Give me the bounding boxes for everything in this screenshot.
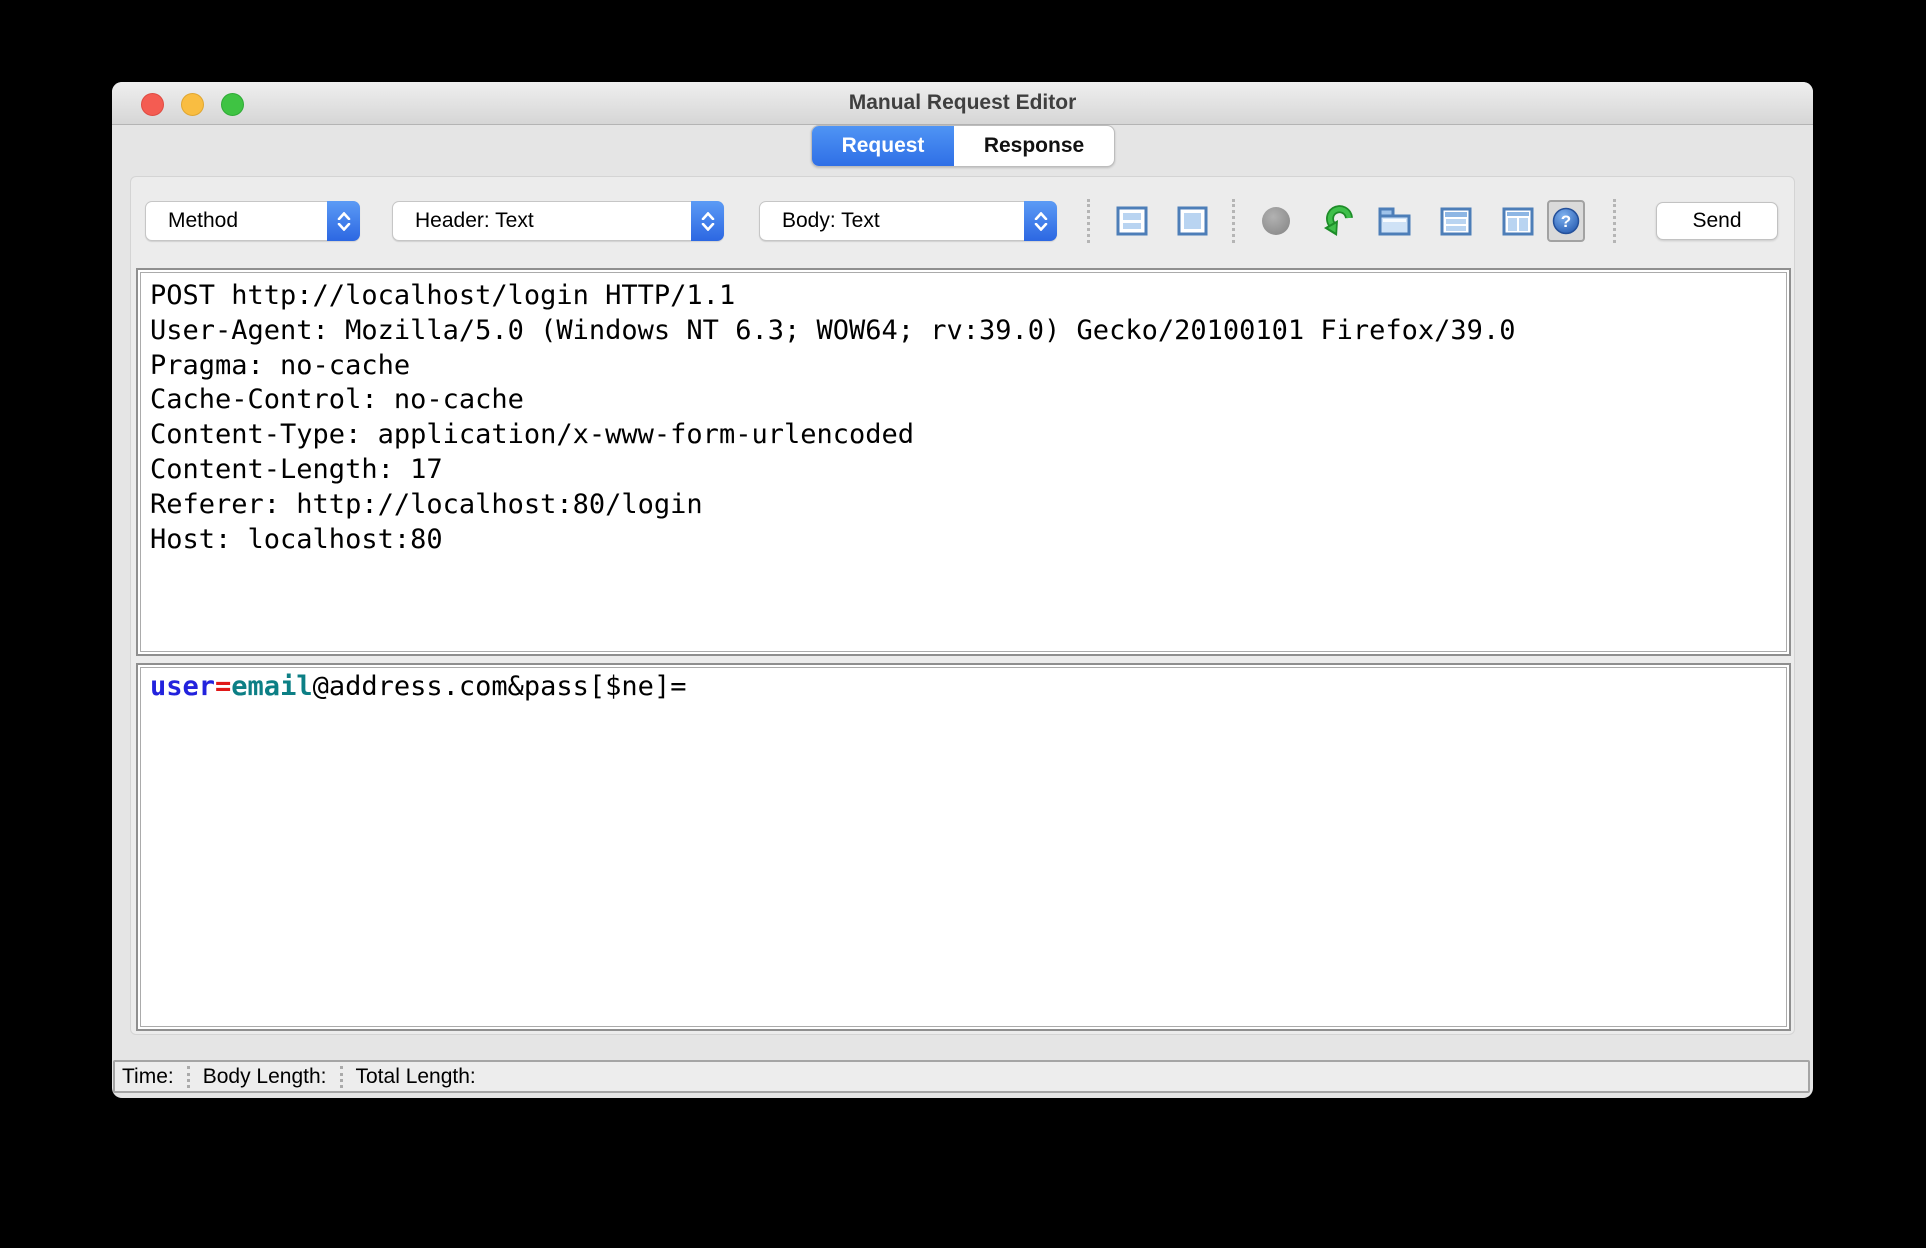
chevron-up-down-icon (691, 201, 724, 241)
tab-view-icon[interactable] (1378, 207, 1411, 236)
header-line: User-Agent: Mozilla/5.0 (Windows NT 6.3;… (150, 314, 1516, 346)
tab-response[interactable]: Response (954, 126, 1114, 166)
body-token-rest: @address.com&pass[$ne]= (312, 671, 687, 702)
method-dropdown[interactable]: Method (145, 201, 360, 241)
header-line: Content-Length: 17 (150, 453, 443, 485)
header-line: Referer: http://localhost:80/login (150, 488, 703, 520)
request-body-editor[interactable]: user=email@address.com&pass[$ne]= (136, 663, 1791, 1031)
time-label: Time: (122, 1064, 174, 1088)
combined-view-icon[interactable] (1116, 206, 1148, 236)
toolbar: Method Header: Text Body: Text ? Send (131, 199, 1794, 243)
follow-redirects-icon[interactable] (1322, 205, 1354, 237)
body-token-user: user (150, 671, 216, 702)
header-view-dropdown[interactable]: Header: Text (392, 201, 724, 241)
titlebar: Manual Request Editor (112, 82, 1813, 125)
header-view-dropdown-label: Header: Text (415, 209, 534, 232)
header-line: Content-Type: application/x-www-form-url… (150, 419, 915, 451)
chevron-up-down-icon (327, 201, 360, 241)
total-length-label: Total Length: (355, 1064, 476, 1088)
horizontal-split-icon[interactable] (1440, 207, 1472, 236)
window-title: Manual Request Editor (848, 91, 1077, 114)
help-icon: ? (1552, 207, 1580, 235)
request-response-tabs: Request Response (811, 125, 1115, 167)
request-header-editor[interactable]: POST http://localhost/login HTTP/1.1 Use… (136, 268, 1791, 656)
toolbar-separator (1613, 199, 1616, 243)
body-view-dropdown-label: Body: Text (782, 209, 880, 232)
tab-request[interactable]: Request (812, 126, 954, 166)
body-line: user=email@address.com&pass[$ne]= (150, 670, 1777, 705)
body-view-dropdown[interactable]: Body: Text (759, 201, 1057, 241)
toolbar-separator (1087, 199, 1090, 243)
send-button[interactable]: Send (1656, 202, 1778, 240)
method-dropdown-label: Method (168, 209, 239, 232)
header-line: Host: localhost:80 (150, 523, 443, 555)
chevron-up-down-icon (1024, 201, 1057, 241)
header-line: POST http://localhost/login HTTP/1.1 (150, 280, 736, 311)
request-tab-page: Method Header: Text Body: Text ? Send PO… (130, 176, 1795, 1035)
body-token-email: email (231, 671, 313, 702)
header-line: Cache-Control: no-cache (150, 384, 524, 416)
body-length-label: Body Length: (202, 1064, 327, 1088)
body-token-equals: = (215, 671, 232, 702)
vertical-split-icon[interactable] (1502, 207, 1534, 236)
svg-text:?: ? (1561, 212, 1571, 231)
manual-request-editor-window: Manual Request Editor Request Response M… (112, 82, 1813, 1098)
record-dot-icon[interactable] (1261, 206, 1291, 236)
status-bar: Time: Body Length: Total Length: (113, 1060, 1810, 1093)
help-button[interactable]: ? (1547, 200, 1585, 242)
toolbar-separator (1232, 199, 1235, 243)
header-line: Pragma: no-cache (150, 349, 411, 381)
single-pane-view-icon[interactable] (1177, 206, 1208, 236)
